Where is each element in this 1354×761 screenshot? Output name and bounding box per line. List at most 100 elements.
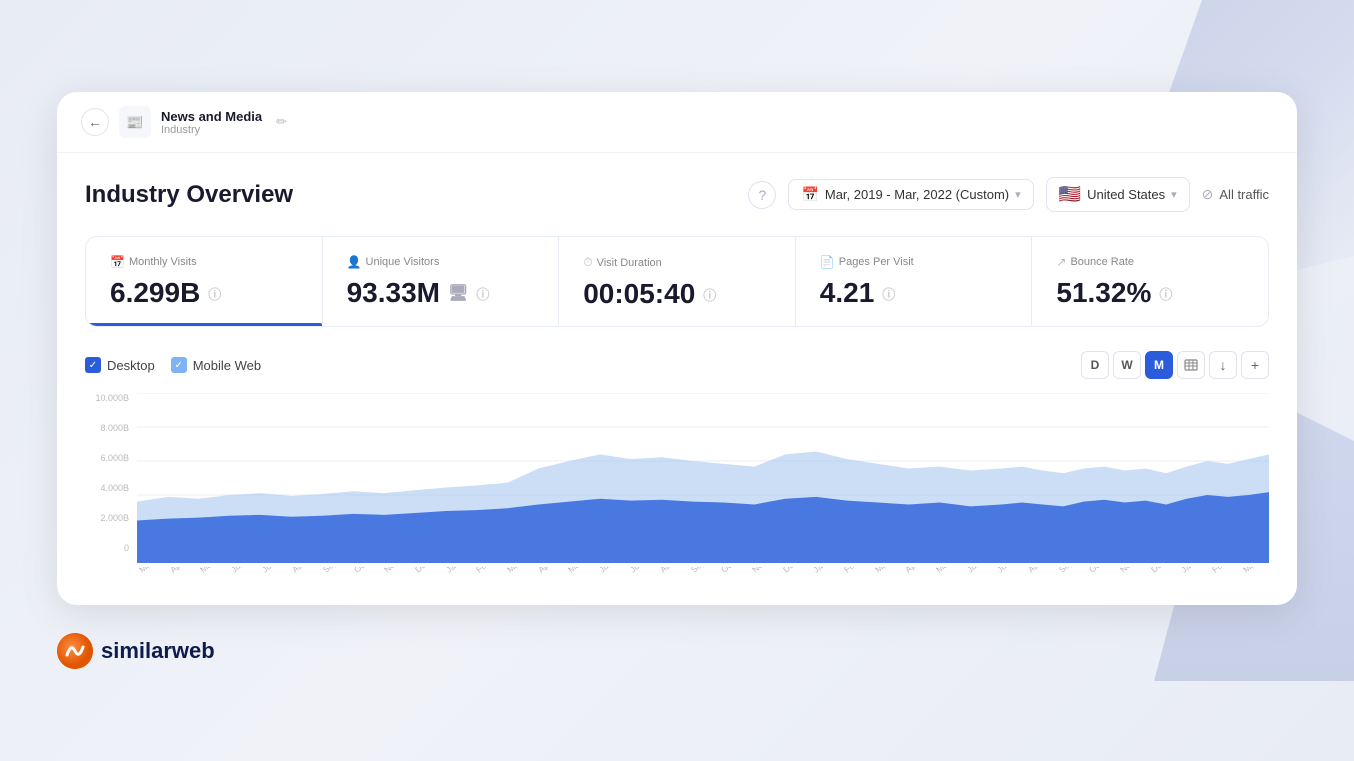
metric-icon-bounce-rate: ↗ <box>1056 255 1066 269</box>
metric-value-bounce-rate: 51.32% ⓘ <box>1056 277 1244 309</box>
metric-unique-visitors[interactable]: 👤 Unique Visitors 93.33M 🖥 ⓘ <box>323 237 560 326</box>
page-header: Industry Overview ? 📅 Mar, 2019 - Mar, 2… <box>85 177 1269 212</box>
chart-section: ✓ Desktop ✓ Mobile Web D W M <box>85 351 1269 577</box>
card-body: Industry Overview ? 📅 Mar, 2019 - Mar, 2… <box>57 153 1297 605</box>
y-label-8b: 8.000B <box>100 423 129 433</box>
x-label: Nov'19 <box>382 567 410 575</box>
date-range-label: Mar, 2019 - Mar, 2022 (Custom) <box>825 187 1009 202</box>
x-label: Nov'20 <box>750 567 778 575</box>
legend-item-desktop[interactable]: ✓ Desktop <box>85 357 155 373</box>
breadcrumb-subtitle: Industry <box>161 124 262 136</box>
x-label: Feb'21 <box>842 567 870 575</box>
legend-check-mobile: ✓ <box>171 357 187 373</box>
x-label: Dec'21 <box>1149 567 1177 575</box>
chart-add-button[interactable]: + <box>1241 351 1269 379</box>
x-label: Sep'19 <box>321 567 349 575</box>
x-label: May'20 <box>566 567 594 575</box>
time-btn-month[interactable]: M <box>1145 351 1173 379</box>
time-btn-day[interactable]: D <box>1081 351 1109 379</box>
metric-value-visit-duration: 00:05:40 ⓘ <box>583 278 771 310</box>
metric-value-monthly-visits: 6.299B ⓘ <box>110 277 298 309</box>
legend-item-mobile[interactable]: ✓ Mobile Web <box>171 357 261 373</box>
x-label: Oct'20 <box>719 567 747 575</box>
area-chart <box>137 393 1269 563</box>
x-label: Jul'21 <box>995 567 1023 575</box>
chart-controls: ✓ Desktop ✓ Mobile Web D W M <box>85 351 1269 379</box>
x-label: Oct'21 <box>1087 567 1115 575</box>
metric-icon-visit-duration: ⏱ <box>583 255 592 270</box>
breadcrumb-icon: 📰 <box>119 106 151 138</box>
x-label: Mar'19 <box>137 567 165 575</box>
back-button[interactable]: ← <box>81 108 109 136</box>
similarweb-logo-text: similarweb <box>101 638 215 664</box>
x-label: Apr'19 <box>168 567 196 575</box>
x-label: Apr'21 <box>903 567 931 575</box>
x-label: Apr'20 <box>536 567 564 575</box>
y-label-4b: 4.000B <box>100 483 129 493</box>
x-label: May'19 <box>198 567 226 575</box>
metric-info-monthly-visits[interactable]: ⓘ <box>208 284 221 303</box>
calendar-icon: 📅 <box>801 186 818 203</box>
country-chevron-icon: ▾ <box>1171 188 1177 201</box>
x-label: Mar'21 <box>873 567 901 575</box>
metric-pages-per-visit[interactable]: 📄 Pages Per Visit 4.21 ⓘ <box>796 237 1033 326</box>
y-label-10b: 10.000B <box>95 393 129 403</box>
chevron-down-icon: ▾ <box>1015 188 1021 201</box>
x-label: Jul'20 <box>628 567 656 575</box>
date-picker[interactable]: 📅 Mar, 2019 - Mar, 2022 (Custom) ▾ <box>788 179 1033 210</box>
traffic-icon: ⊘ <box>1202 186 1214 203</box>
traffic-label: All traffic <box>1219 187 1269 202</box>
x-label: Sep'21 <box>1057 567 1085 575</box>
metric-label-unique-visitors: 👤 Unique Visitors <box>347 255 535 269</box>
breadcrumb-title: News and Media <box>161 109 262 124</box>
chart-export-excel-button[interactable] <box>1177 351 1205 379</box>
metric-icon-unique-visitors: 👤 <box>347 255 362 269</box>
traffic-filter[interactable]: ⊘ All traffic <box>1202 186 1269 203</box>
metric-info-bounce-rate[interactable]: ⓘ <box>1159 284 1172 303</box>
x-label: Jun'21 <box>965 567 993 575</box>
legend-check-desktop: ✓ <box>85 357 101 373</box>
y-label-0: 0 <box>124 543 129 553</box>
x-label: Mar'22 <box>1241 567 1269 575</box>
chart-download-button[interactable]: ↓ <box>1209 351 1237 379</box>
metric-info-unique-visitors[interactable]: ⓘ <box>476 284 489 303</box>
metric-icon-pages-per-visit: 📄 <box>820 255 835 269</box>
help-button[interactable]: ? <box>748 181 776 209</box>
x-label: Jun'19 <box>229 567 257 575</box>
metric-icon-monthly-visits: 📅 <box>110 255 125 269</box>
x-label: May'21 <box>934 567 962 575</box>
country-picker[interactable]: 🇺🇸 United States ▾ <box>1046 177 1190 212</box>
metric-value-pages-per-visit: 4.21 ⓘ <box>820 277 1008 309</box>
x-label: Jan'21 <box>811 567 839 575</box>
metric-label-pages-per-visit: 📄 Pages Per Visit <box>820 255 1008 269</box>
y-label-2b: 2.000B <box>100 513 129 523</box>
x-label: Jan'22 <box>1179 567 1207 575</box>
metric-bounce-rate[interactable]: ↗ Bounce Rate 51.32% ⓘ <box>1032 237 1268 326</box>
metric-value-unique-visitors: 93.33M 🖥 ⓘ <box>347 277 535 309</box>
chart-legend: ✓ Desktop ✓ Mobile Web <box>85 357 261 373</box>
header-controls: ? 📅 Mar, 2019 - Mar, 2022 (Custom) ▾ 🇺🇸 … <box>748 177 1269 212</box>
x-label: Sep'20 <box>689 567 717 575</box>
metric-visit-duration[interactable]: ⏱ Visit Duration 00:05:40 ⓘ <box>559 237 796 326</box>
x-label: Aug'20 <box>658 567 686 575</box>
time-btn-week[interactable]: W <box>1113 351 1141 379</box>
unique-visitors-sub-icon: 🖥 <box>448 283 468 303</box>
metric-info-visit-duration[interactable]: ⓘ <box>703 285 716 304</box>
breadcrumb-text: News and Media Industry <box>161 109 262 136</box>
x-label: Jul'19 <box>260 567 288 575</box>
metrics-row: 📅 Monthly Visits 6.299B ⓘ 👤 Unique Visit… <box>85 236 1269 327</box>
country-label: United States <box>1087 187 1165 202</box>
metric-label-monthly-visits: 📅 Monthly Visits <box>110 255 298 269</box>
x-label: Aug'21 <box>1026 567 1054 575</box>
x-label: Jan'20 <box>444 567 472 575</box>
x-label: Oct'19 <box>352 567 380 575</box>
us-flag-icon: 🇺🇸 <box>1059 184 1081 205</box>
x-label: Feb'22 <box>1210 567 1238 575</box>
metric-monthly-visits[interactable]: 📅 Monthly Visits 6.299B ⓘ <box>86 237 323 326</box>
x-label: Nov'21 <box>1118 567 1146 575</box>
similarweb-logo: similarweb <box>57 633 215 669</box>
metric-info-pages-per-visit[interactable]: ⓘ <box>882 284 895 303</box>
x-label: Aug'19 <box>290 567 318 575</box>
card-header: ← 📰 News and Media Industry ✏ <box>57 92 1297 153</box>
edit-icon[interactable]: ✏ <box>276 114 287 130</box>
